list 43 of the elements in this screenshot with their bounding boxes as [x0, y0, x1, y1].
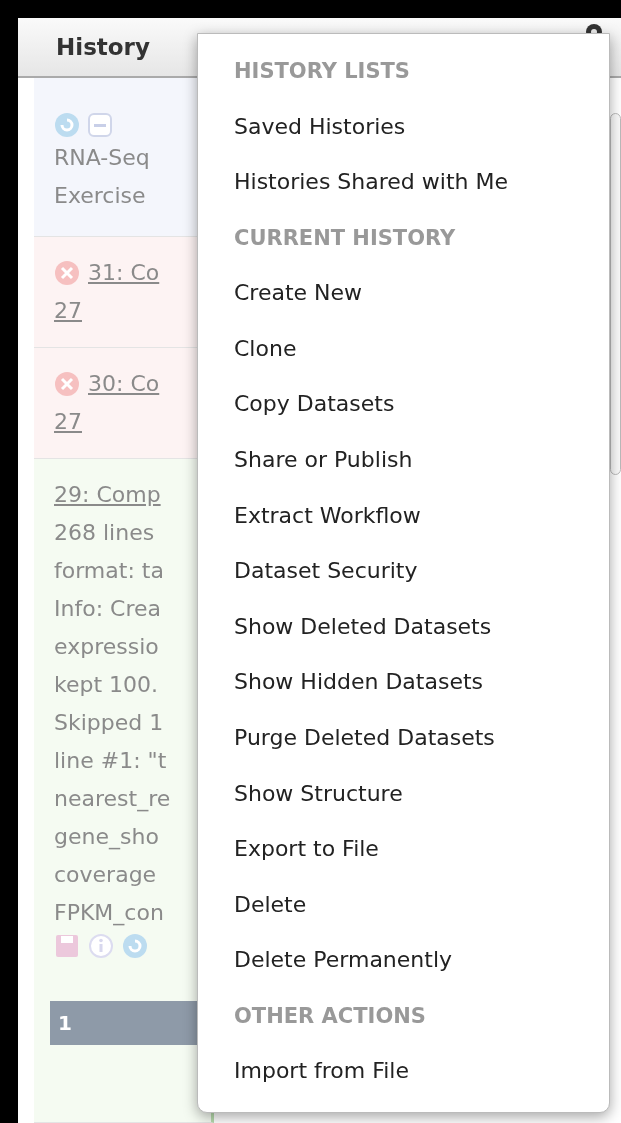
- info-icon[interactable]: [88, 933, 114, 959]
- dataset-text: Skipped 1: [54, 709, 165, 737]
- menu-item[interactable]: Show Deleted Datasets: [234, 611, 492, 668]
- menu-item[interactable]: Histories Shared with Me: [234, 167, 508, 223]
- menu-section-header: CURRENT HISTORY: [234, 224, 456, 252]
- refresh-icon[interactable]: [122, 933, 148, 959]
- dataset-text: expressio: [54, 633, 160, 661]
- error-icon: [54, 260, 80, 286]
- dataset-text: 268 lines: [54, 519, 156, 547]
- dataset-text: 27: [54, 408, 83, 436]
- menu-item[interactable]: Create New: [234, 278, 363, 334]
- menu-item[interactable]: Export to File: [234, 834, 379, 890]
- menu-item[interactable]: Purge Deleted Datasets: [234, 722, 495, 779]
- error-icon: [54, 371, 80, 397]
- scrollbar[interactable]: [610, 113, 621, 475]
- menu-item[interactable]: Copy Datasets: [234, 389, 395, 446]
- menu-item[interactable]: Saved Histories: [234, 111, 406, 168]
- dataset-text: coverage: [54, 861, 158, 889]
- menu-item[interactable]: Import from File: [234, 1056, 409, 1112]
- menu-item[interactable]: Dataset Security: [234, 556, 418, 612]
- menu-section-header: OTHER ACTIONS: [234, 1002, 426, 1030]
- dataset-text: 27: [54, 297, 83, 325]
- menu-item[interactable]: Share or Publish: [234, 445, 413, 501]
- menu-item[interactable]: Show Structure: [234, 778, 403, 835]
- dataset-text: Info: Crea: [54, 595, 162, 623]
- menu-item[interactable]: Show Hidden Datasets: [234, 667, 484, 723]
- menu-item[interactable]: Clone: [234, 333, 297, 390]
- dataset-text: gene_sho: [54, 823, 160, 852]
- save-icon[interactable]: [54, 933, 80, 959]
- dataset-text: format: ta: [54, 557, 165, 585]
- refresh-icon[interactable]: [54, 112, 80, 138]
- dataset-text: Exercise: [54, 182, 147, 210]
- column-number: 1: [58, 1011, 72, 1035]
- dataset-text: FPKM_con: [54, 899, 165, 928]
- dataset-text: kept 100.: [54, 671, 160, 699]
- menu-item[interactable]: Delete: [234, 889, 307, 946]
- panel-title: History: [56, 34, 150, 60]
- dataset-text: nearest_re: [54, 785, 172, 814]
- menu-section-header: HISTORY LISTS: [234, 58, 410, 85]
- collapse-icon[interactable]: [88, 113, 112, 137]
- menu-item[interactable]: Delete Permanently: [234, 945, 453, 1001]
- menu-item[interactable]: Extract Workflow: [234, 500, 421, 557]
- dataset-text: line #1: "t: [54, 747, 168, 775]
